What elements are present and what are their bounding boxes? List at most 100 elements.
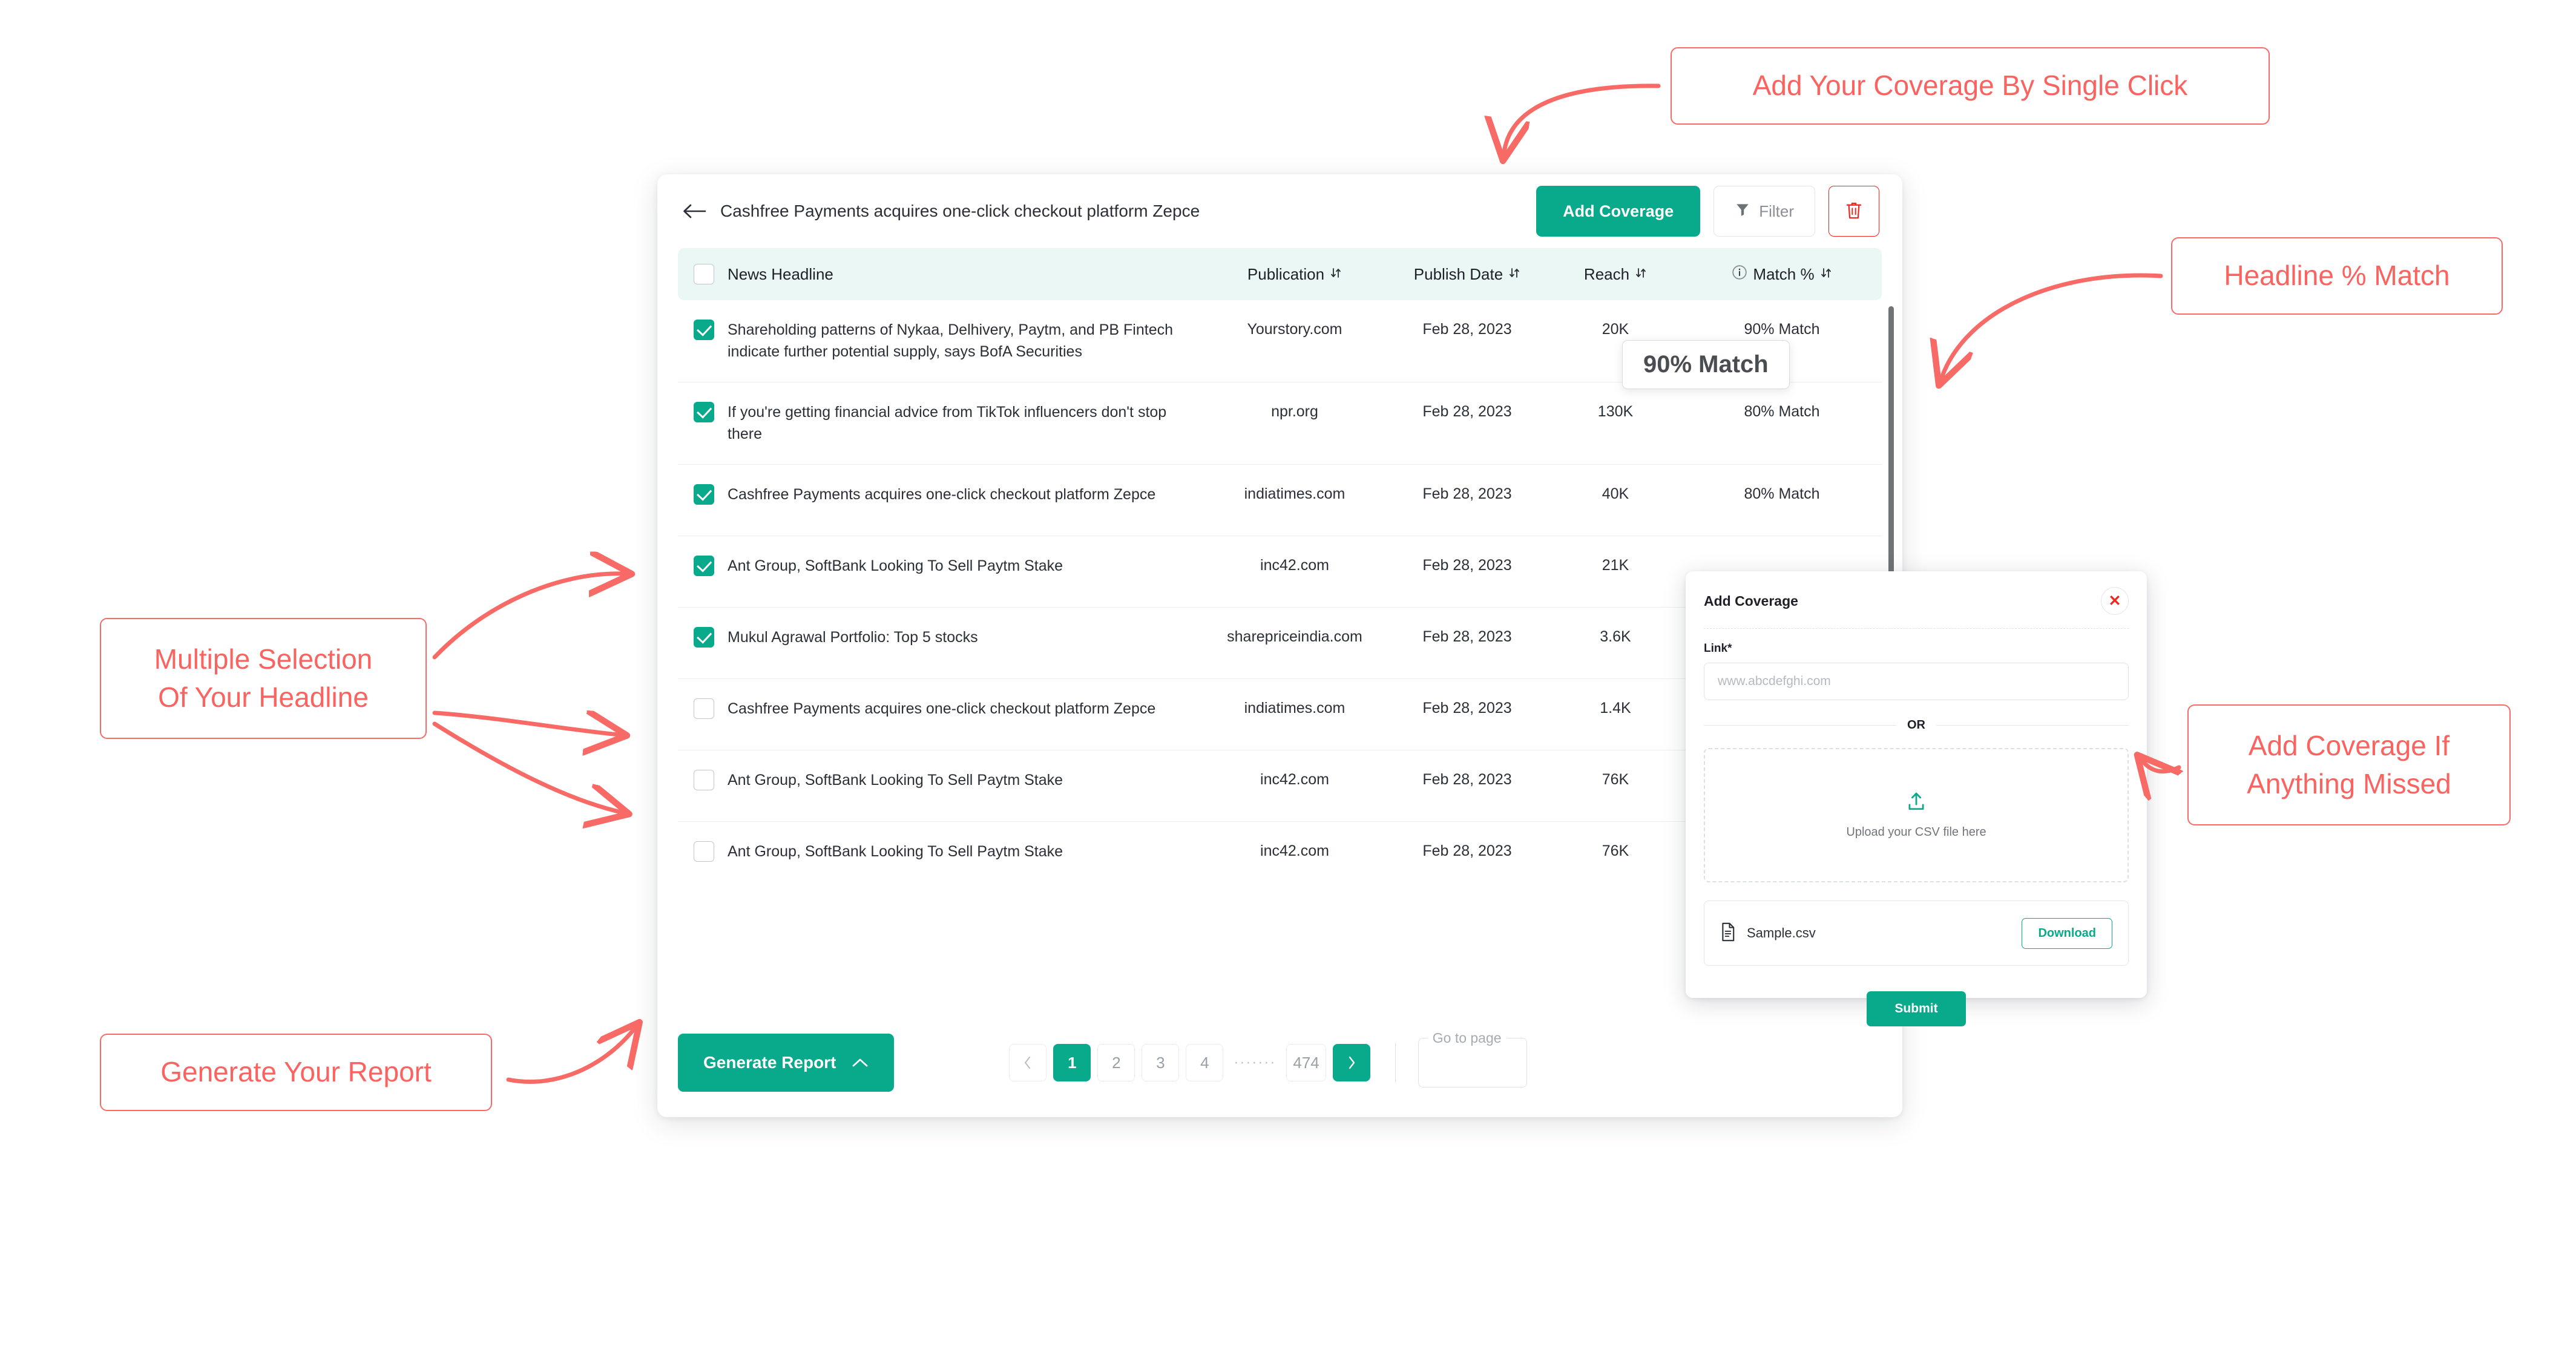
cell-news-headline: Ant Group, SoftBank Looking To Sell Payt… — [728, 557, 1063, 574]
column-label: Match % — [1753, 264, 1815, 283]
row-select-cell — [686, 320, 721, 340]
download-button[interactable]: Download — [2022, 917, 2112, 949]
sample-file-name: Sample.csv — [1747, 925, 1816, 940]
column-header-reach[interactable]: Reach — [1549, 265, 1682, 284]
cell-reach: 20K — [1602, 321, 1629, 338]
column-header-publication[interactable]: Publication — [1204, 265, 1385, 284]
pagination: 1 2 3 4 ······· 474 Go to page — [1009, 1030, 1527, 1087]
csv-upload-dropzone[interactable]: Upload your CSV file here — [1704, 748, 2129, 882]
cell-match-percent — [1682, 556, 1882, 557]
arrow-add-if-missed — [2143, 761, 2179, 772]
row-checkbox[interactable] — [694, 698, 714, 719]
modal-title: Add Coverage — [1704, 592, 1798, 609]
generate-report-label: Generate Report — [703, 1053, 836, 1072]
pagination-divider — [1395, 1043, 1396, 1083]
annotation-text-line2: Of Your Headline — [158, 681, 369, 713]
table-footer: Generate Report 1 2 3 4 ······· 474 Go t… — [657, 1008, 1902, 1117]
pagination-prev-button[interactable] — [1009, 1044, 1047, 1081]
add-coverage-modal: Add Coverage ✕ Link* OR Upload your CSV … — [1686, 571, 2147, 1026]
back-arrow-icon[interactable] — [678, 195, 711, 228]
arrow-multi-select-1 — [432, 574, 623, 660]
delete-button[interactable] — [1828, 186, 1879, 237]
chevron-up-icon — [852, 1053, 869, 1072]
annotation-text: Headline % Match — [2224, 260, 2450, 292]
cell-reach: 76K — [1602, 771, 1629, 788]
annotation-add-coverage-if-missed: Add Coverage If Anything Missed — [2187, 704, 2511, 825]
cell-publication: indiatimes.com — [1244, 485, 1346, 502]
sort-icon — [1635, 265, 1647, 284]
column-label: Reach — [1583, 264, 1630, 283]
close-icon[interactable]: ✕ — [2101, 587, 2129, 615]
file-icon — [1720, 922, 1736, 945]
annotation-multiple-selection: Multiple Selection Of Your Headline — [100, 618, 427, 739]
goto-page-input[interactable] — [1418, 1038, 1527, 1087]
column-label: News Headline — [728, 264, 833, 283]
arrow-multi-select-3 — [432, 721, 621, 812]
cell-reach: 40K — [1602, 485, 1629, 502]
row-checkbox[interactable] — [694, 320, 714, 340]
upload-icon — [1906, 791, 1927, 816]
cell-publish-date: Feb 28, 2023 — [1422, 842, 1512, 859]
toolbar-actions: Add Coverage Filter — [1536, 186, 1879, 237]
cell-news-headline: Cashfree Payments acquires one-click che… — [728, 700, 1156, 717]
cell-news-headline: If you're getting financial advice from … — [728, 404, 1167, 442]
or-divider: OR — [1704, 718, 2129, 732]
arrow-generate-report — [506, 1029, 634, 1084]
cell-publication: sharepriceindia.com — [1227, 628, 1362, 645]
page-title: Cashfree Payments acquires one-click che… — [720, 202, 1200, 220]
annotation-add-coverage: Add Your Coverage By Single Click — [1671, 47, 2270, 125]
pagination-page-2[interactable]: 2 — [1097, 1044, 1135, 1081]
link-input[interactable] — [1704, 663, 2129, 700]
row-checkbox[interactable] — [694, 770, 714, 790]
row-select-cell — [686, 484, 721, 505]
cell-publication: npr.org — [1271, 403, 1318, 420]
cell-publication: Yourstory.com — [1247, 321, 1342, 338]
annotation-text-line2: Anything Missed — [2247, 768, 2451, 799]
select-all-cell — [686, 264, 721, 284]
pagination-page-1[interactable]: 1 — [1053, 1044, 1091, 1081]
pagination-page-3[interactable]: 3 — [1142, 1044, 1180, 1081]
cell-publish-date: Feb 28, 2023 — [1422, 628, 1512, 645]
funnel-icon — [1735, 202, 1750, 221]
cell-match-percent: 80% Match — [1744, 485, 1820, 502]
pagination-page-4[interactable]: 4 — [1186, 1044, 1224, 1081]
row-select-cell — [686, 556, 721, 576]
sort-icon — [1508, 265, 1520, 284]
filter-label: Filter — [1759, 202, 1794, 220]
column-header-news-headline[interactable]: News Headline — [721, 265, 1204, 284]
cell-news-headline: Ant Group, SoftBank Looking To Sell Payt… — [728, 843, 1063, 860]
table-row[interactable]: Cashfree Payments acquires one-click che… — [678, 465, 1882, 536]
row-checkbox[interactable] — [694, 841, 714, 862]
sort-icon — [1820, 265, 1832, 284]
column-label: Publish Date — [1413, 264, 1503, 283]
add-coverage-button[interactable]: Add Coverage — [1536, 186, 1701, 237]
filter-button[interactable]: Filter — [1714, 186, 1815, 237]
row-checkbox[interactable] — [694, 627, 714, 648]
cell-publication: indiatimes.com — [1244, 700, 1346, 717]
generate-report-button[interactable]: Generate Report — [678, 1034, 895, 1092]
annotation-text: Generate Your Report — [160, 1056, 432, 1088]
row-checkbox[interactable] — [694, 484, 714, 505]
row-select-cell — [686, 841, 721, 862]
pagination-last-page[interactable]: 474 — [1286, 1044, 1326, 1081]
cell-match-percent: 80% Match — [1744, 403, 1820, 420]
row-checkbox[interactable] — [694, 402, 714, 422]
modal-header: Add Coverage ✕ — [1704, 587, 2129, 629]
goto-page-field: Go to page — [1418, 1030, 1527, 1087]
cell-publication: inc42.com — [1260, 557, 1329, 574]
cell-reach: 1.4K — [1600, 700, 1631, 717]
or-label: OR — [1907, 718, 1925, 732]
annotation-text: Add Your Coverage By Single Click — [1752, 70, 2188, 102]
sort-icon — [1330, 265, 1342, 284]
pagination-next-button[interactable] — [1332, 1044, 1370, 1081]
column-header-match-percent[interactable]: Match % — [1682, 264, 1882, 284]
submit-button[interactable]: Submit — [1867, 991, 1966, 1026]
row-checkbox[interactable] — [694, 556, 714, 576]
column-header-publish-date[interactable]: Publish Date — [1385, 265, 1549, 284]
cell-publish-date: Feb 28, 2023 — [1422, 700, 1512, 717]
column-label: Publication — [1247, 264, 1325, 283]
table-row[interactable]: If you're getting financial advice from … — [678, 382, 1882, 465]
select-all-checkbox[interactable] — [694, 264, 714, 284]
cell-publication: inc42.com — [1260, 842, 1329, 859]
info-circle-icon[interactable] — [1732, 264, 1747, 284]
